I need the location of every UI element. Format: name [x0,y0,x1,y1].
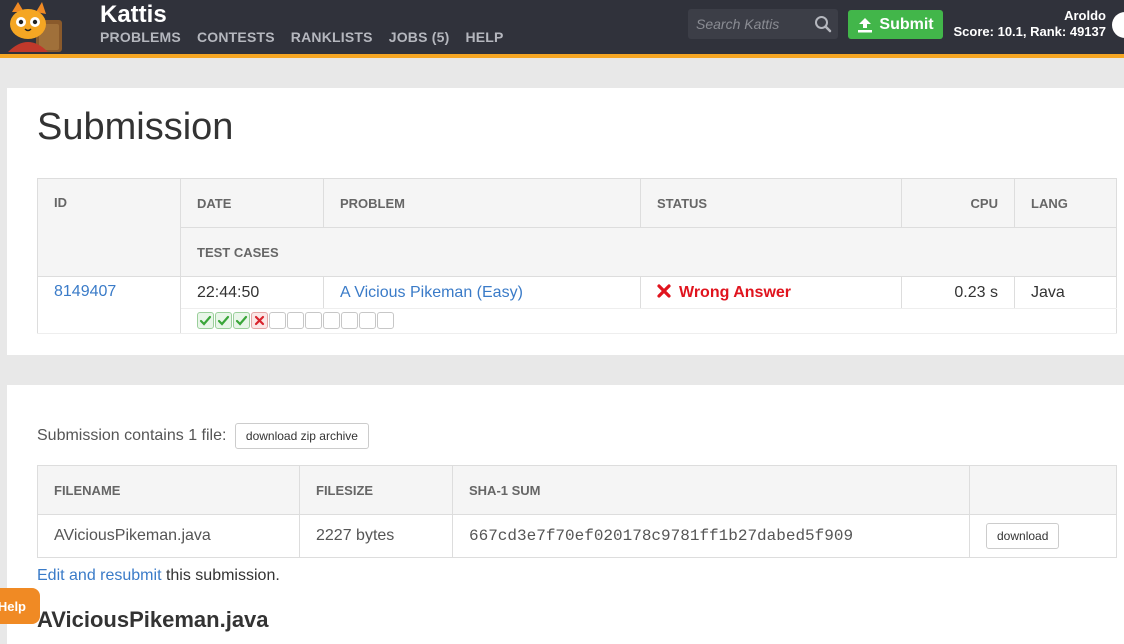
cell-id: 8149407 [37,276,181,334]
download-zip-button[interactable]: download zip archive [234,423,369,449]
wrong-answer-icon [657,283,671,298]
user-info[interactable]: Aroldo Score: 10.1, Rank: 49137 [954,8,1106,40]
nav-jobs[interactable]: JOBS (5) [389,29,450,45]
cell-status: Wrong Answer [640,276,902,309]
files-table: FILENAME FILESIZE SHA-1 SUM AViciousPike… [37,465,1117,558]
submit-label: Submit [879,15,934,33]
test-case-pending[interactable] [359,312,376,330]
submission-panel: Submission ID DATE PROBLEM STATUS CPU LA… [7,88,1124,355]
test-case-pending[interactable] [377,312,394,330]
table-row: AViciousPikeman.java 2227 bytes 667cd3e7… [37,514,1117,558]
edit-resubmit-link[interactable]: Edit and resubmit [37,567,162,584]
test-case-accepted[interactable] [197,312,214,330]
cell-cpu: 0.23 s [901,276,1015,309]
cell-problem: A Vicious Pikeman (Easy) [323,276,641,309]
check-icon [235,316,248,326]
page-title: Submission [37,106,234,148]
cell-date: 22:44:50 [180,276,324,309]
file-count-line: Submission contains 1 file: download zip… [37,423,369,449]
cell-lang: Java [1014,276,1117,309]
col-sha: SHA-1 SUM [452,465,970,515]
test-case-pending[interactable] [323,312,340,330]
status-text: Wrong Answer [679,283,792,301]
test-case-wrong[interactable] [251,312,268,330]
file-heading: AViciousPikeman.java [37,607,269,632]
user-name[interactable]: Aroldo [954,8,1106,24]
brand-title[interactable]: Kattis [100,1,167,29]
problem-link[interactable]: A Vicious Pikeman (Easy) [340,284,523,301]
table-row: 8149407 22:44:50 A Vicious Pikeman (Easy… [37,276,1117,334]
nav-contests[interactable]: CONTESTS [197,29,275,45]
col-cpu: CPU [901,178,1015,228]
check-icon [199,316,212,326]
test-cases-row [38,308,1117,334]
submission-id-link[interactable]: 8149407 [54,283,116,300]
upload-icon [858,17,873,32]
col-test-cases: TEST CASES [180,227,1117,277]
test-case-accepted[interactable] [215,312,232,330]
col-problem: PROBLEM [323,178,641,228]
user-score: Score: 10.1, Rank: 49137 [953,24,1106,39]
col-status: STATUS [640,178,902,228]
cell-filename: AViciousPikeman.java [37,514,300,558]
test-case-accepted[interactable] [233,312,250,330]
search-input[interactable] [688,9,816,39]
nav-ranklists[interactable]: RANKLISTS [291,29,373,45]
header-row: ID DATE PROBLEM STATUS CPU LANG [37,178,1117,277]
main-nav: PROBLEMS CONTESTS RANKLISTS JOBS (5) HEL… [100,29,504,45]
search-icon[interactable] [814,15,832,33]
cross-icon [254,316,265,326]
cell-test-cases [180,308,1117,334]
col-filename: FILENAME [37,465,300,515]
test-case-pending[interactable] [287,312,304,330]
test-case-pending[interactable] [305,312,322,330]
avatar[interactable] [1112,12,1124,38]
col-filesize: FILESIZE [299,465,453,515]
help-tab[interactable]: Help [0,588,40,624]
cell-sha: 667cd3e7f70ef020178c9781ff1b27dabed5f909 [452,514,970,558]
resubmit-suffix: this submission. [161,567,280,584]
kattis-cat-logo-icon[interactable] [6,2,64,52]
resubmit-line: Edit and resubmit this submission. [37,567,280,585]
header-row-testcases: TEST CASES [38,227,1117,277]
col-date: DATE [180,178,324,228]
download-button[interactable]: download [986,523,1060,549]
submit-button[interactable]: Submit [848,10,943,39]
nav-problems[interactable]: PROBLEMS [100,29,181,45]
test-case-pending[interactable] [341,312,358,330]
nav-help[interactable]: HELP [465,29,503,45]
test-case-pending[interactable] [269,312,286,330]
col-id: ID [37,178,181,277]
check-icon [217,316,230,326]
submission-table: ID DATE PROBLEM STATUS CPU LANG TEST CAS… [37,178,1117,334]
header-row: FILENAME FILESIZE SHA-1 SUM [37,465,1117,515]
files-panel: Submission contains 1 file: download zip… [7,385,1124,644]
file-count-text: Submission contains 1 file: [37,427,227,445]
top-navbar: Kattis PROBLEMS CONTESTS RANKLISTS JOBS … [0,0,1124,58]
col-lang: LANG [1014,178,1117,228]
cell-filesize: 2227 bytes [299,514,453,558]
cell-download: download [970,515,1117,558]
search-box [688,9,838,39]
col-download [969,465,1117,515]
